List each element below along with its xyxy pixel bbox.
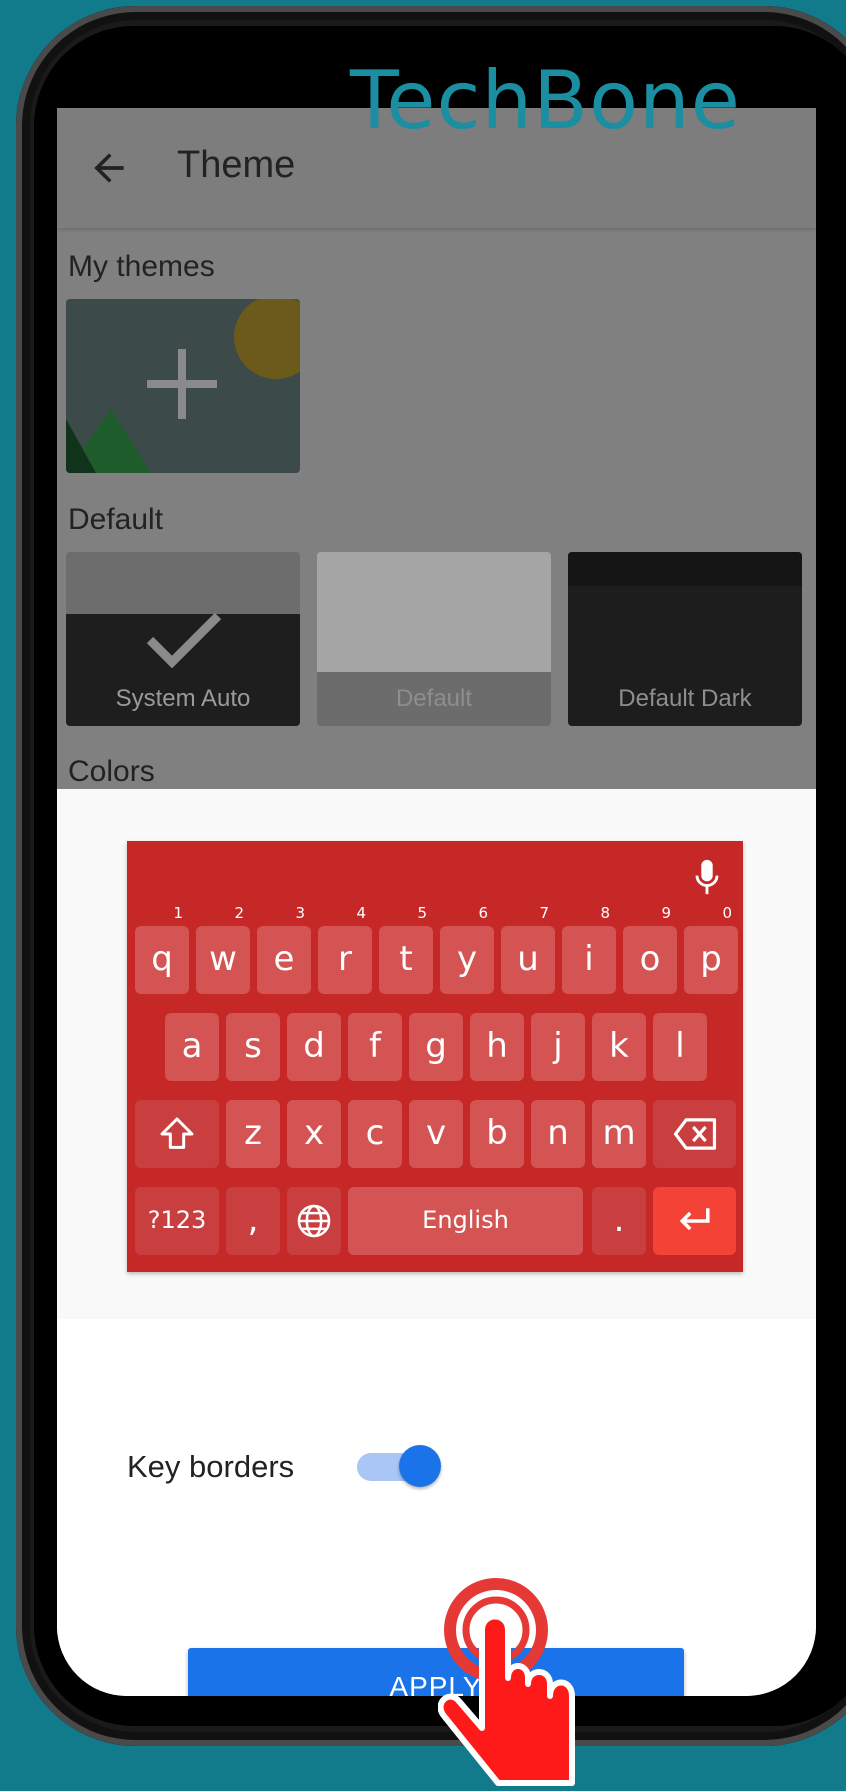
microphone-icon: [695, 859, 719, 895]
symbols-key: ?123: [135, 1187, 219, 1255]
enter-icon: [679, 1208, 710, 1231]
key-d: d: [287, 1013, 341, 1081]
key-m: m: [592, 1100, 646, 1168]
section-my-themes: My themes: [68, 250, 215, 283]
key-u: u7: [501, 906, 555, 994]
key-t: t5: [379, 906, 433, 994]
toggle-thumb[interactable]: [399, 1445, 441, 1487]
key-k: k: [592, 1013, 646, 1081]
apply-button[interactable]: APPLY: [188, 1648, 684, 1696]
section-colors: Colors: [68, 755, 155, 788]
key-g: g: [409, 1013, 463, 1081]
key-h: h: [470, 1013, 524, 1081]
key-borders-label: Key borders: [127, 1449, 295, 1484]
key-e: e3: [257, 906, 311, 994]
shift-icon: [160, 1117, 194, 1149]
key-l: l: [653, 1013, 707, 1081]
keyboard-preview: q1 w2 e3 r4 t5 y6 u7 i8 o9 p0 a s d f g …: [127, 841, 743, 1272]
check-icon: [146, 612, 222, 668]
screen: Theme My themes Default System Auto Defa…: [57, 108, 816, 1696]
back-arrow-icon[interactable]: [87, 146, 131, 190]
key-j: j: [531, 1013, 585, 1081]
landscape-image-icon: [66, 299, 300, 473]
key-q: q1: [135, 906, 189, 994]
key-o: o9: [623, 906, 677, 994]
page-title: Theme: [177, 144, 296, 186]
key-f: f: [348, 1013, 402, 1081]
backspace-icon: [673, 1118, 716, 1150]
theme-tile-system-auto[interactable]: System Auto: [66, 552, 300, 726]
key-i: i8: [562, 906, 616, 994]
key-p: p0: [684, 906, 738, 994]
key-r: r4: [318, 906, 372, 994]
shift-key: [135, 1100, 219, 1168]
key-y: y6: [440, 906, 494, 994]
key-c: c: [348, 1100, 402, 1168]
key-w: w2: [196, 906, 250, 994]
theme-caption: Default: [317, 672, 551, 726]
language-key: [287, 1187, 341, 1255]
theme-caption: System Auto: [115, 685, 251, 712]
period-key: .: [592, 1187, 646, 1255]
space-key: English: [348, 1187, 583, 1255]
key-z: z: [226, 1100, 280, 1168]
theme-caption: Default Dark: [618, 685, 752, 712]
tap-hand-icon: [438, 1578, 575, 1786]
enter-key: [653, 1187, 736, 1255]
comma-key: ,: [226, 1187, 280, 1255]
watermark-logo: TechBone: [350, 54, 741, 147]
key-n: n: [531, 1100, 585, 1168]
globe-icon: [297, 1204, 331, 1238]
key-a: a: [165, 1013, 219, 1081]
keyboard-preview-area: q1 w2 e3 r4 t5 y6 u7 i8 o9 p0 a s d f g …: [57, 789, 816, 1319]
theme-tile-default-dark[interactable]: Default Dark: [568, 552, 802, 726]
theme-preview-sheet: q1 w2 e3 r4 t5 y6 u7 i8 o9 p0 a s d f g …: [57, 789, 816, 1696]
key-v: v: [409, 1100, 463, 1168]
section-default: Default: [68, 503, 164, 536]
backspace-key: [653, 1100, 736, 1168]
add-theme-tile[interactable]: [66, 299, 300, 473]
key-s: s: [226, 1013, 280, 1081]
theme-tile-default[interactable]: Default: [317, 552, 551, 726]
key-x: x: [287, 1100, 341, 1168]
theme-settings-page: Theme My themes Default System Auto Defa…: [57, 108, 816, 789]
key-b: b: [470, 1100, 524, 1168]
